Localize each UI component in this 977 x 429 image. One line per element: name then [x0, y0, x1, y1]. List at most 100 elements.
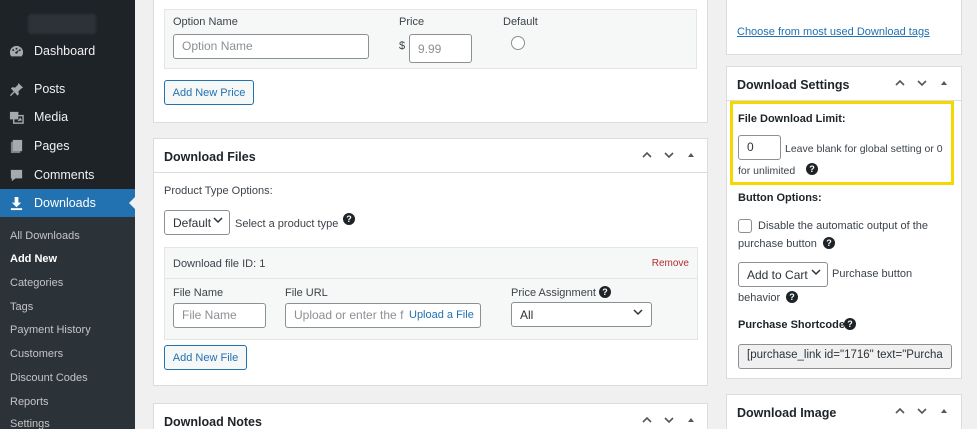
pages-icon — [8, 138, 24, 154]
move-down-icon[interactable] — [915, 77, 928, 92]
downloads-submenu: All Downloads Add New Categories Tags Pa… — [0, 217, 135, 429]
collapse-toggle-icon[interactable] — [684, 149, 697, 164]
submenu-all-downloads[interactable]: All Downloads — [10, 230, 80, 242]
button-behavior-hint-cont: behavior — [738, 292, 781, 304]
submenu-payment-history[interactable]: Payment History — [10, 324, 91, 336]
button-behavior-select[interactable]: Add to Cart — [738, 262, 828, 287]
menu-dashboard[interactable]: Dashboard — [0, 37, 135, 65]
menu-media[interactable]: Media — [0, 103, 135, 131]
move-down-icon[interactable] — [662, 414, 675, 429]
option-name-input[interactable]: Option Name — [173, 34, 369, 59]
menu-label: Posts — [34, 82, 66, 96]
submenu-tags[interactable]: Tags — [10, 301, 33, 313]
product-type-hint: Select a product type — [235, 218, 339, 230]
default-price-radio[interactable] — [511, 36, 525, 50]
disable-output-checkbox[interactable] — [738, 219, 752, 233]
add-new-price-button[interactable]: Add New Price — [164, 80, 254, 105]
chevron-down-icon — [213, 215, 223, 228]
download-settings-title: Download Settings — [737, 78, 850, 92]
option-name-label: Option Name — [173, 16, 238, 28]
submenu-customers[interactable]: Customers — [10, 348, 63, 360]
file-id-header: Download file ID: 1 — [173, 258, 266, 270]
move-down-icon[interactable] — [915, 405, 928, 420]
admin-sidebar: Dashboard Posts Media Pages Comments Dow… — [0, 0, 136, 429]
download-image-title: Download Image — [737, 406, 837, 420]
button-behavior-hint: Purchase button — [832, 268, 913, 280]
help-icon[interactable]: ? — [823, 237, 835, 249]
button-behavior-value: Add to Cart — [747, 267, 808, 282]
currency-symbol: $ — [399, 40, 406, 52]
file-name-label: File Name — [173, 287, 224, 299]
menu-label: Downloads — [34, 196, 96, 210]
divider — [154, 172, 707, 173]
submenu-reports[interactable]: Reports — [10, 396, 49, 408]
help-icon[interactable]: ? — [844, 318, 856, 330]
file-name-input[interactable]: File Name — [173, 303, 266, 328]
submenu-discount-codes[interactable]: Discount Codes — [10, 372, 88, 384]
box-controls — [893, 405, 950, 420]
download-notes-box: Download Notes — [153, 403, 708, 429]
move-up-icon[interactable] — [640, 414, 653, 429]
most-used-tags-link[interactable]: Choose from most used Download tags — [737, 26, 930, 38]
move-up-icon[interactable] — [893, 77, 906, 92]
menu-label: Dashboard — [34, 44, 96, 58]
submenu-settings[interactable]: Settings — [10, 418, 50, 429]
add-new-file-button[interactable]: Add New File — [164, 345, 247, 370]
product-type-select[interactable]: Default — [164, 210, 230, 235]
submenu-categories[interactable]: Categories — [10, 277, 63, 289]
help-icon[interactable]: ? — [786, 291, 798, 303]
purchase-shortcode-field[interactable]: [purchase_link id="1716" text="Purcha — [738, 344, 952, 369]
menu-comments[interactable]: Comments — [0, 161, 135, 189]
collapse-toggle-icon[interactable] — [684, 414, 697, 429]
price-label: Price — [399, 16, 425, 28]
menu-label: Pages — [34, 139, 70, 153]
price-option-row: Option Name Option Name Price $ 9.99 Def… — [164, 9, 697, 69]
menu-label: Comments — [34, 168, 95, 182]
move-up-icon[interactable] — [640, 149, 653, 164]
disable-output-label-cont: purchase button — [738, 238, 817, 250]
download-files-title: Download Files — [164, 150, 256, 164]
box-controls — [893, 77, 950, 92]
help-icon[interactable]: ? — [599, 286, 611, 298]
pin-icon — [8, 81, 24, 97]
file-limit-highlight — [730, 101, 954, 185]
download-icon — [8, 195, 24, 211]
chevron-down-icon — [633, 307, 643, 320]
price-assignment-value: All — [520, 307, 534, 322]
download-image-box: Download Image — [726, 394, 962, 429]
price-assignment-label: Price Assignment — [511, 287, 596, 299]
box-controls — [640, 414, 697, 429]
move-down-icon[interactable] — [662, 149, 675, 164]
button-options-label: Button Options: — [738, 192, 822, 204]
submenu-add-new[interactable]: Add New — [10, 253, 57, 265]
comments-icon — [8, 167, 24, 183]
upload-file-button[interactable]: Upload a File — [407, 309, 474, 321]
file-url-label: File URL — [285, 287, 328, 299]
help-icon[interactable]: ? — [343, 213, 355, 225]
media-icon — [8, 109, 24, 125]
disable-output-label: Disable the automatic output of the — [758, 220, 928, 232]
chevron-down-icon — [811, 267, 821, 280]
menu-pages[interactable]: Pages — [0, 132, 135, 160]
box-controls — [640, 149, 697, 164]
dashboard-icon — [8, 43, 24, 59]
menu-posts[interactable]: Posts — [0, 75, 135, 103]
product-type-label: Product Type Options: — [164, 185, 273, 197]
price-assignment-select[interactable]: All — [511, 302, 652, 327]
collapse-toggle-icon[interactable] — [937, 405, 950, 420]
download-files-box: Download Files Product Type Options: Def… — [153, 138, 708, 386]
default-label: Default — [503, 16, 538, 28]
active-menu-arrow — [129, 196, 136, 210]
download-notes-title: Download Notes — [164, 415, 262, 429]
remove-file-link[interactable]: Remove — [652, 258, 689, 269]
variable-pricing-box: Option Name Option Name Price $ 9.99 Def… — [153, 0, 708, 123]
site-name[interactable] — [28, 14, 96, 34]
product-type-value: Default — [173, 215, 212, 230]
menu-label: Media — [34, 110, 69, 124]
file-row: Download file ID: 1 Remove File Name Fil… — [164, 247, 698, 340]
price-input[interactable]: 9.99 — [409, 34, 472, 63]
divider — [165, 278, 697, 279]
menu-downloads[interactable]: Downloads — [0, 189, 136, 217]
collapse-toggle-icon[interactable] — [937, 77, 950, 92]
move-up-icon[interactable] — [893, 405, 906, 420]
